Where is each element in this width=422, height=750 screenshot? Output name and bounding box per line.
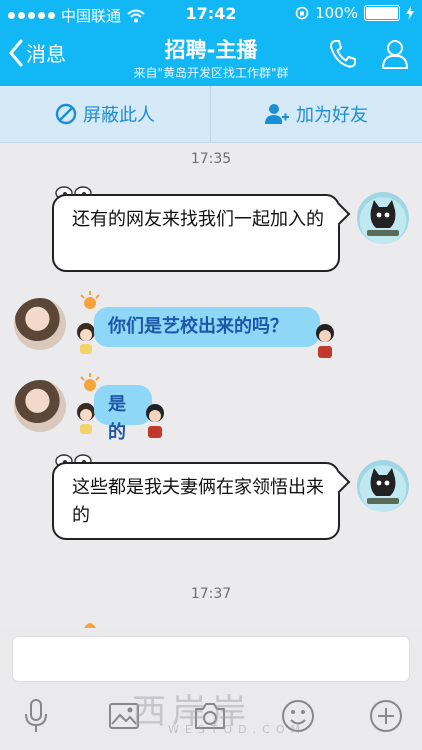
stranger-action-bar: 屏蔽此人 加为好友 xyxy=(0,86,422,143)
profile-icon[interactable] xyxy=(380,38,410,70)
rotation-lock-icon xyxy=(295,6,309,20)
status-right: 100% xyxy=(295,4,414,22)
more-button[interactable] xyxy=(366,696,406,736)
sun-decoration-icon xyxy=(84,623,96,628)
message-text: 这些都是我夫妻俩在家领悟出来的 xyxy=(72,477,324,526)
timestamp: 17:37 xyxy=(190,586,232,602)
status-bar: 中国联通 17:42 100% xyxy=(0,0,422,28)
message-bubble[interactable]: 还有的网友来找我们一起加入的 xyxy=(52,194,340,272)
voice-button[interactable] xyxy=(16,696,56,736)
cat-avatar-icon xyxy=(367,200,399,236)
top-bar: 中国联通 17:42 100% 消息 招聘-主播 来自"黄岛开发区找工作群"群 xyxy=(0,0,422,86)
nav-actions xyxy=(328,38,410,70)
battery-icon xyxy=(364,5,400,21)
add-friend-label: 加为好友 xyxy=(296,105,368,126)
battery-percent: 100% xyxy=(315,4,358,22)
phone-icon[interactable] xyxy=(328,38,358,70)
cat-avatar-icon xyxy=(367,468,399,504)
block-icon xyxy=(55,103,77,125)
message-text: 你们是艺校出来的吗？ xyxy=(108,316,288,337)
message-text: 还有的网友来找我们一起加入的 xyxy=(72,209,324,230)
timestamp: 17:35 xyxy=(190,151,232,167)
sender-avatar[interactable] xyxy=(14,380,66,432)
my-avatar[interactable] xyxy=(357,460,409,512)
message-text: 是的 xyxy=(108,394,126,443)
message-input[interactable] xyxy=(12,636,410,682)
cartoon-boy-icon xyxy=(316,324,334,358)
watermark-url: WESTOD.COM xyxy=(168,723,306,736)
plus-circle-icon xyxy=(370,700,402,732)
add-friend-icon xyxy=(265,104,289,124)
sender-avatar[interactable] xyxy=(14,298,66,350)
add-friend-button[interactable]: 加为好友 xyxy=(211,86,421,142)
message-bubble[interactable]: 你们是艺校出来的吗？ xyxy=(94,307,320,347)
message-bubble[interactable]: 这些都是我夫妻俩在家领悟出来的 xyxy=(52,462,340,540)
charging-icon xyxy=(406,6,414,20)
block-button[interactable]: 屏蔽此人 xyxy=(0,86,210,142)
cartoon-boy-icon xyxy=(146,404,164,438)
sun-decoration-icon xyxy=(80,291,100,309)
block-label: 屏蔽此人 xyxy=(83,105,155,126)
microphone-icon xyxy=(25,699,47,732)
my-avatar[interactable] xyxy=(357,192,409,244)
